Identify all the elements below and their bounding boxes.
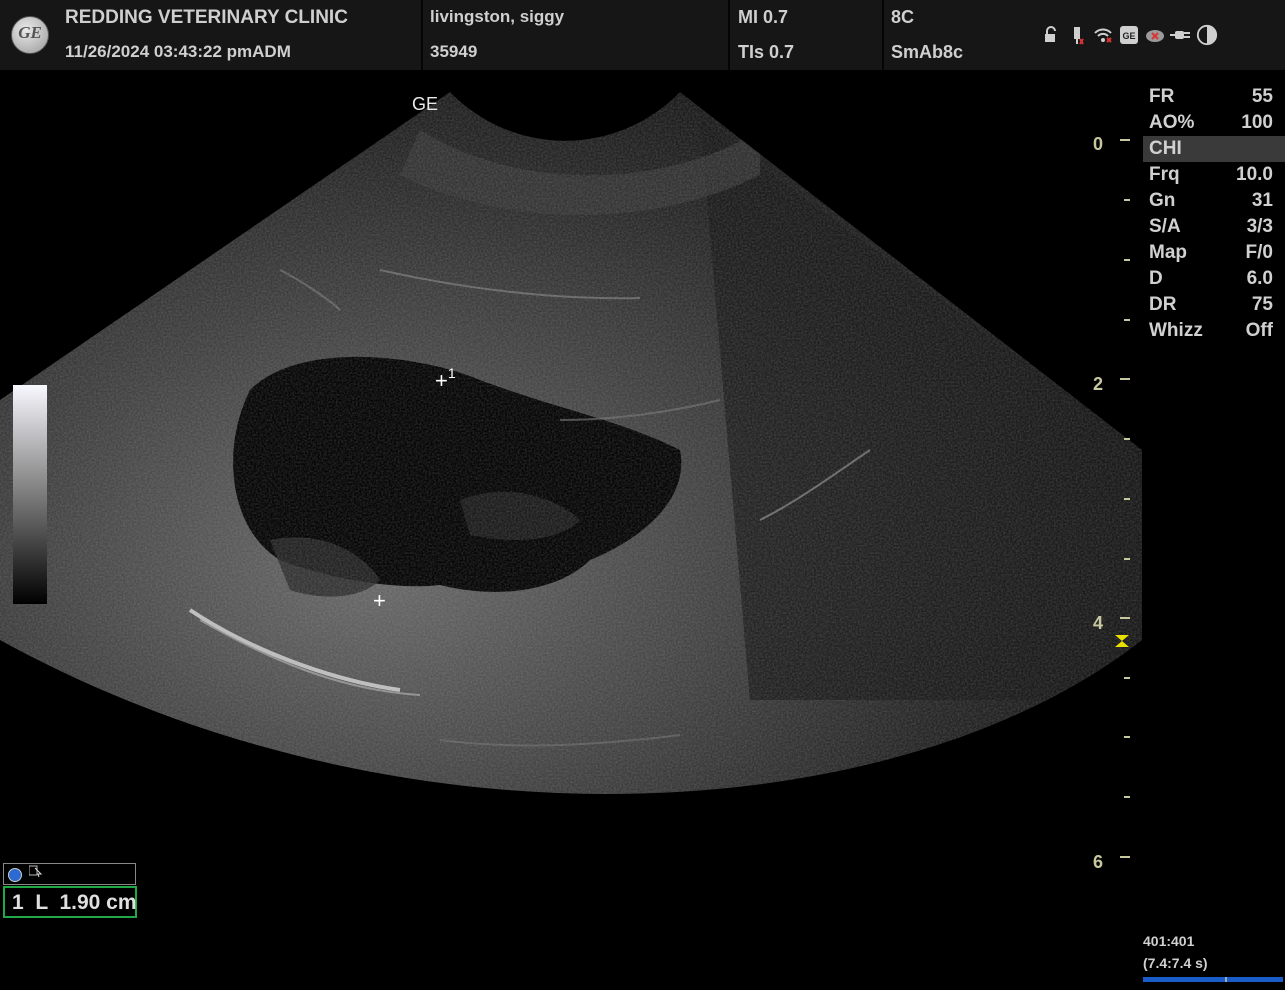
exam-datetime: 11/26/2024 03:43:22 pmADM (65, 42, 291, 61)
depth-tick (1120, 617, 1130, 619)
status-icons: GE (1040, 22, 1218, 48)
network-icon: GE (1118, 24, 1140, 46)
ge-logo: GE (11, 16, 49, 54)
cine-time: (7.4:7.4 s) (1143, 955, 1208, 971)
patient-cell[interactable]: livingston, siggy 35949 (423, 0, 730, 70)
depth-label-6: 6 (1093, 852, 1104, 872)
depth-tick (1120, 378, 1130, 380)
imaging-parameters-panel: FR 55 AO% 100 CHI Frq 10.0 Gn 31 S/A 3/3 Map F… (1143, 84, 1285, 344)
param-frq: Frq 10.0 (1149, 164, 1273, 185)
header-bar: GE REDDING VETERINARY CLINIC 11/26/2024 … (0, 0, 1285, 70)
measurement-header (3, 863, 136, 885)
patient-id: 35949 (430, 42, 478, 61)
usb-icon (1066, 24, 1088, 46)
depth-label-0: 0 (1093, 134, 1104, 154)
param-fr: FR 55 (1149, 86, 1273, 107)
clinic-cell: GE REDDING VETERINARY CLINIC 11/26/2024 … (0, 0, 423, 70)
depth-label-4: 4 (1093, 613, 1104, 633)
tis-value: TIs 0.7 (738, 42, 795, 62)
param-chi: CHI (1143, 136, 1285, 162)
patient-name: livingston, siggy (430, 7, 565, 26)
param-depth: D 6.0 (1149, 268, 1273, 289)
caliper-end-marker[interactable]: + (373, 588, 386, 614)
wifi-icon (1092, 24, 1114, 46)
focus-zone-marker[interactable] (1114, 634, 1130, 648)
unlock-icon (1040, 24, 1062, 46)
depth-tick (1124, 498, 1130, 500)
grayscale-map-bar (13, 385, 47, 604)
measurement-value: 1 L 1.90 cm (3, 886, 137, 918)
param-map: Map F/0 (1149, 242, 1273, 263)
contrast-icon[interactable] (1196, 24, 1218, 46)
depth-tick (1124, 736, 1130, 738)
param-sa: S/A 3/3 (1149, 216, 1273, 237)
param-dr: DR 75 (1149, 294, 1273, 315)
ultrasound-image[interactable]: GE +1 + (0, 70, 1142, 870)
clinic-name: REDDING VETERINARY CLINIC (65, 7, 348, 28)
measurement-result-box[interactable]: 1 L 1.90 cm (3, 863, 137, 918)
depth-tick (1120, 139, 1130, 141)
depth-tick (1124, 259, 1130, 261)
no-connection-icon (1144, 24, 1166, 46)
preset-name: SmAb8c (891, 42, 964, 62)
probe-name: 8C (891, 7, 915, 27)
svg-text:GE: GE (1122, 31, 1135, 41)
depth-tick (1124, 199, 1130, 201)
depth-tick (1124, 677, 1130, 679)
safety-index-cell: MI 0.7 TIs 0.7 (730, 0, 884, 70)
cine-bar-marker (1225, 977, 1227, 982)
depth-label-2: 2 (1093, 374, 1104, 394)
depth-tick (1124, 796, 1130, 798)
depth-tick (1124, 438, 1130, 440)
sector-scan (0, 92, 1142, 794)
param-gn: Gn 31 (1149, 190, 1273, 211)
power-plug-icon (1170, 24, 1192, 46)
mi-value: MI 0.7 (738, 7, 789, 27)
cine-progress-bar[interactable] (1143, 977, 1283, 982)
caliper-start-marker[interactable]: +1 (435, 365, 456, 394)
cine-info: 401:401 (7.4:7.4 s) (1143, 930, 1208, 974)
depth-tick (1124, 319, 1130, 321)
depth-tick (1124, 558, 1130, 560)
probe-orientation-label: GE (412, 94, 439, 114)
depth-tick (1120, 856, 1130, 858)
probe-cell[interactable]: 8C SmAb8c (884, 0, 1034, 70)
depth-scale: 0 2 4 6 (1090, 130, 1140, 872)
measurement-indicator-icon (8, 868, 22, 882)
cine-frames: 401:401 (1143, 933, 1195, 949)
cursor-icon (28, 865, 43, 880)
param-ao: AO% 100 (1149, 112, 1273, 133)
param-whizz: Whizz Off (1149, 320, 1273, 341)
